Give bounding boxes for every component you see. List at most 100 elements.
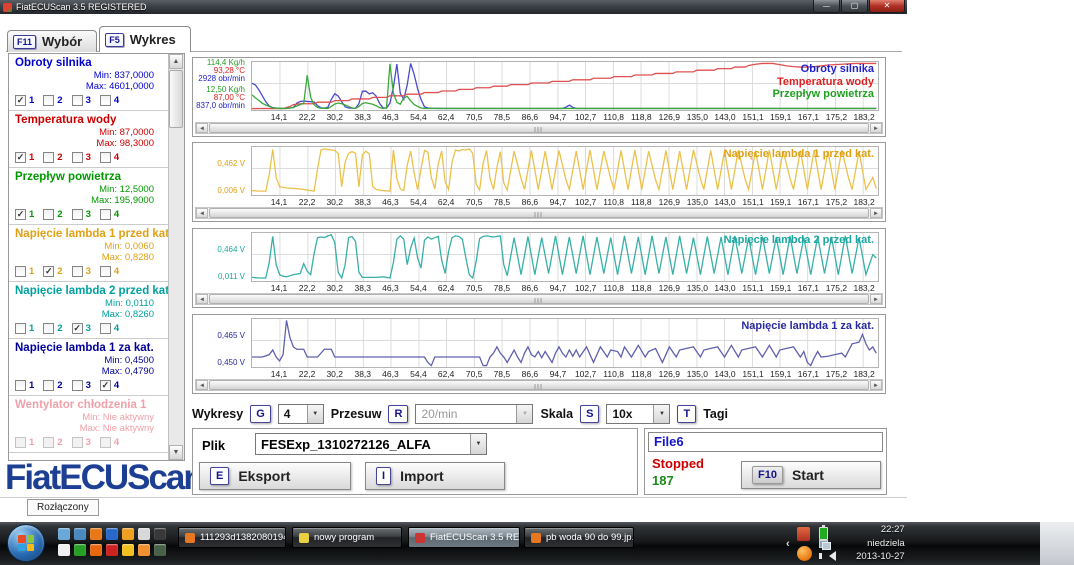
checkbox-label: 2: [57, 95, 63, 106]
checkbox[interactable]: [43, 323, 55, 334]
x-tick-label: 86,6: [521, 197, 539, 207]
checkbox[interactable]: ✓: [15, 209, 26, 220]
checkbox[interactable]: [99, 323, 111, 334]
scroll-right-icon[interactable]: ►: [870, 294, 882, 304]
tab-wykres[interactable]: F5 Wykres: [99, 26, 191, 52]
tab-wybor[interactable]: F11 Wybór: [7, 30, 98, 52]
x-tick-label: 70,5: [465, 369, 483, 379]
chevron-down-icon[interactable]: [516, 405, 533, 423]
scroll-up-icon[interactable]: [169, 54, 183, 69]
chevron-down-icon[interactable]: [306, 405, 323, 423]
chart-scrollbar[interactable]: ◄ ►: [195, 379, 883, 391]
checkbox[interactable]: [15, 437, 26, 448]
internet-explorer-icon[interactable]: [106, 528, 118, 540]
battery-icon[interactable]: [818, 524, 828, 540]
start-button-orb[interactable]: [7, 524, 45, 562]
tray-expand-icon[interactable]: ‹: [786, 538, 790, 550]
x-tick-label: 30,2: [326, 369, 343, 379]
taskbar-task-button[interactable]: 111293d1382080194...: [178, 527, 286, 548]
checkbox[interactable]: [99, 209, 111, 220]
minimize-button[interactable]: [813, 0, 840, 13]
star-app-icon[interactable]: [122, 544, 134, 556]
checkbox[interactable]: ✓: [15, 152, 26, 163]
checkbox[interactable]: [71, 437, 83, 448]
writer-icon[interactable]: [138, 528, 150, 540]
c4-app-icon[interactable]: [154, 528, 166, 540]
checkbox[interactable]: ✓: [99, 380, 111, 391]
scroll-left-icon[interactable]: ◄: [196, 294, 208, 304]
chart-scrollbar-thumb[interactable]: [209, 123, 869, 133]
checkbox[interactable]: [43, 437, 55, 448]
image-viewer-icon[interactable]: [154, 544, 166, 556]
maximize-button[interactable]: [841, 0, 868, 13]
chevron-down-icon[interactable]: [653, 405, 670, 423]
show-desktop-icon[interactable]: [58, 528, 70, 540]
windows-logo-icon: [18, 535, 34, 551]
checkbox[interactable]: [15, 323, 26, 334]
document-icon[interactable]: [58, 544, 70, 556]
checkbox[interactable]: [43, 152, 55, 163]
sidebar-scrollbar-thumb[interactable]: [169, 70, 183, 128]
checkbox[interactable]: ✓: [15, 95, 26, 106]
scroll-right-icon[interactable]: ►: [870, 380, 882, 390]
help-icon[interactable]: [74, 544, 86, 556]
x-tick-label: 70,5: [465, 197, 483, 207]
taskbar-task-button[interactable]: FiatECUScan 3.5 RE...: [408, 527, 520, 548]
skala-select[interactable]: 10x: [606, 404, 671, 424]
checkbox[interactable]: [43, 209, 55, 220]
checkbox[interactable]: [99, 95, 111, 106]
chart-scrollbar-thumb[interactable]: [209, 208, 869, 218]
launcher-orange-icon[interactable]: [90, 528, 102, 540]
plik-select[interactable]: FESExp_1310272126_ALFA: [255, 433, 487, 455]
chart-scrollbar[interactable]: ◄ ►: [195, 293, 883, 305]
checkbox[interactable]: [99, 266, 111, 277]
checkbox[interactable]: [71, 266, 83, 277]
checkbox[interactable]: [71, 209, 83, 220]
scroll-right-icon[interactable]: ►: [870, 208, 882, 218]
checkbox-label: 4: [113, 95, 120, 106]
start-button[interactable]: F10 Start: [741, 461, 881, 489]
checkbox[interactable]: [99, 152, 111, 163]
checkbox[interactable]: [15, 266, 26, 277]
scroll-left-icon[interactable]: ◄: [196, 208, 208, 218]
checkbox[interactable]: [43, 380, 55, 391]
taskbar-task-button[interactable]: pb woda 90 do 99.jp...: [524, 527, 634, 548]
network-icon[interactable]: [818, 540, 831, 550]
chart-scrollbar-thumb[interactable]: [209, 380, 869, 390]
chevron-down-icon[interactable]: [470, 434, 486, 454]
chart-scrollbar-thumb[interactable]: [209, 294, 869, 304]
speaker-icon[interactable]: [818, 550, 836, 561]
scroll-left-icon[interactable]: ◄: [196, 380, 208, 390]
scroll-right-icon[interactable]: ►: [870, 123, 882, 133]
switch-windows-icon[interactable]: [74, 528, 86, 540]
checkbox[interactable]: [15, 380, 26, 391]
eksport-button[interactable]: E Eksport: [199, 462, 351, 490]
wykresy-select[interactable]: 4: [277, 404, 324, 424]
scroll-left-icon[interactable]: ◄: [196, 123, 208, 133]
file-name-input[interactable]: File6: [648, 432, 883, 452]
taskbar-task-button[interactable]: nowy program: [292, 527, 402, 548]
updater-tray-icon[interactable]: [796, 526, 810, 541]
chart-scrollbar[interactable]: ◄ ►: [195, 207, 883, 219]
import-button[interactable]: I Import: [365, 462, 505, 490]
clock[interactable]: 22:27 niedziela 2013-10-27: [843, 525, 905, 562]
checkbox[interactable]: [43, 95, 55, 106]
close-button[interactable]: [869, 0, 905, 13]
checkbox[interactable]: [71, 380, 83, 391]
sidebar-scrollbar[interactable]: [168, 54, 184, 460]
checkbox[interactable]: ✓: [71, 323, 83, 334]
checkbox[interactable]: ✓: [43, 266, 55, 277]
mail-icon[interactable]: [138, 544, 150, 556]
clock-time: 22:27: [880, 524, 905, 535]
przesuw-select[interactable]: 20/min: [415, 404, 534, 424]
instant-messenger-icon[interactable]: [90, 544, 102, 556]
checkbox[interactable]: [71, 95, 83, 106]
opera-icon[interactable]: [106, 544, 118, 556]
firefox-tray-icon[interactable]: [796, 545, 812, 561]
media-player-icon[interactable]: [122, 528, 134, 540]
x-tick-label: 14,1: [270, 283, 288, 293]
chart-scrollbar[interactable]: ◄ ►: [195, 122, 883, 134]
x-tick-label: 175,2: [825, 197, 848, 207]
checkbox[interactable]: [99, 437, 111, 448]
checkbox[interactable]: [71, 152, 83, 163]
